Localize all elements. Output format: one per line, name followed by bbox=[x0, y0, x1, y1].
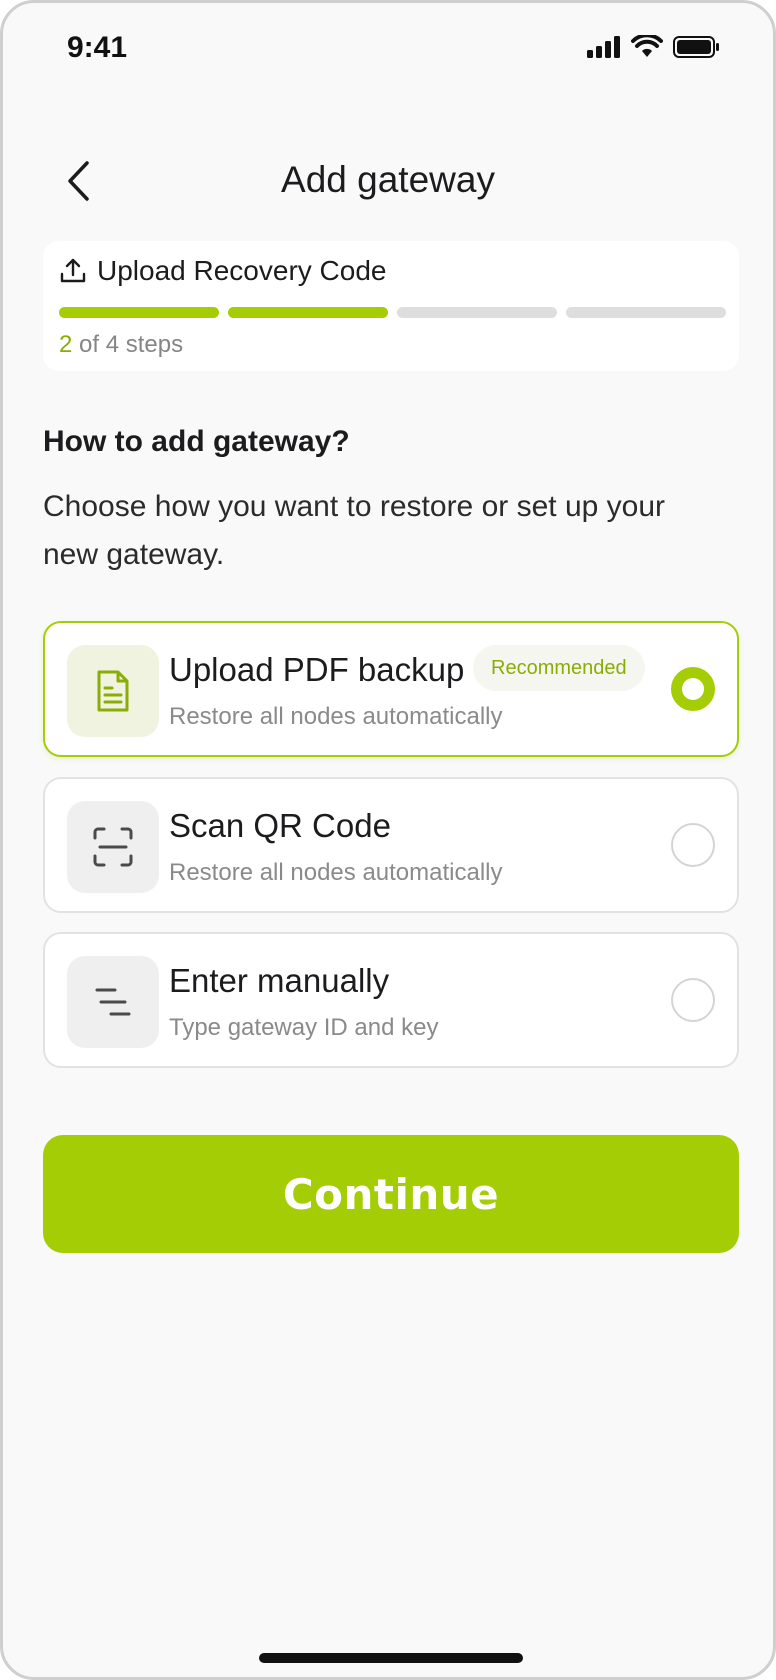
option-icon-tile bbox=[67, 645, 159, 737]
radio-unselected[interactable] bbox=[671, 823, 715, 867]
radio-unselected[interactable] bbox=[671, 978, 715, 1022]
section-description: Choose how you want to restore or set up… bbox=[43, 490, 666, 571]
progress-header: Upload Recovery Code bbox=[59, 255, 387, 287]
option-subtitle: Restore all nodes automatically bbox=[169, 703, 503, 730]
upload-icon bbox=[60, 258, 86, 283]
recommended-badge: Recommended bbox=[473, 645, 645, 691]
page-title: Add gateway bbox=[281, 159, 495, 200]
battery-icon bbox=[673, 36, 719, 58]
steps-suffix: of 4 steps bbox=[79, 331, 184, 358]
continue-button[interactable]: Continue bbox=[43, 1135, 739, 1253]
status-time: 9:41 bbox=[67, 31, 128, 64]
progress-bar bbox=[59, 307, 726, 318]
option-subtitle: Type gateway ID and key bbox=[169, 1014, 439, 1041]
option-enter-manually[interactable]: Enter manually Type gateway ID and key bbox=[43, 932, 739, 1068]
current-step: 2 bbox=[59, 331, 73, 358]
option-title: Scan QR Code bbox=[169, 807, 391, 844]
option-title: Enter manually bbox=[169, 962, 390, 999]
progress-step-counter: 2 of 4 steps bbox=[59, 331, 183, 359]
document-icon bbox=[97, 670, 129, 712]
wifi-icon bbox=[631, 35, 663, 57]
status-icons bbox=[587, 35, 719, 59]
scan-icon bbox=[93, 827, 133, 867]
option-title: Upload PDF backup bbox=[169, 651, 465, 688]
phone-screen: 9:41 Add gateway Upload Recovery Code 2 … bbox=[0, 0, 776, 1680]
option-scan-qr[interactable]: Scan QR Code Restore all nodes automatic… bbox=[43, 777, 739, 913]
progress-title: Upload Recovery Code bbox=[97, 255, 387, 286]
progress-segment bbox=[566, 307, 726, 318]
progress-segment bbox=[59, 307, 219, 318]
progress-segment bbox=[397, 307, 557, 318]
text-lines-icon bbox=[95, 988, 131, 1016]
option-icon-tile bbox=[67, 956, 159, 1048]
progress-segment bbox=[228, 307, 388, 318]
section-heading: How to add gateway? bbox=[43, 425, 350, 458]
signal-icon bbox=[587, 36, 620, 58]
option-icon-tile bbox=[67, 801, 159, 893]
radio-selected[interactable] bbox=[671, 667, 715, 711]
option-upload-pdf[interactable]: Upload PDF backup Recommended Restore al… bbox=[43, 621, 739, 757]
option-subtitle: Restore all nodes automatically bbox=[169, 859, 503, 886]
home-indicator bbox=[259, 1653, 523, 1663]
progress-card: Upload Recovery Code 2 of 4 steps bbox=[43, 241, 739, 371]
